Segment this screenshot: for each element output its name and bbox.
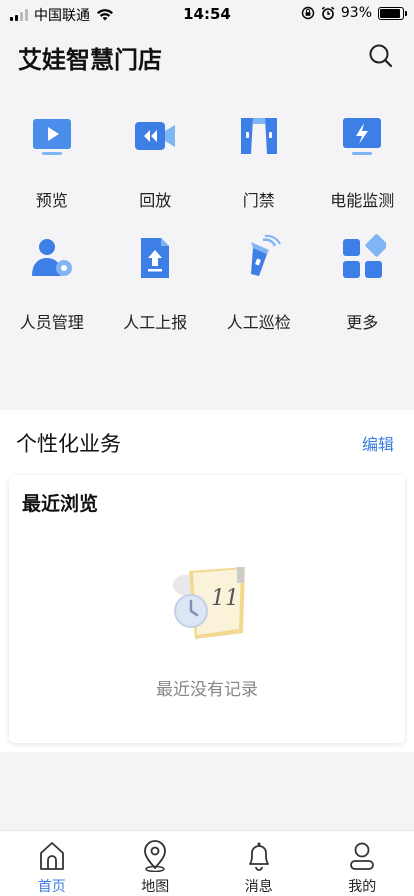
grid-item-preview[interactable]: 预览 [0, 108, 104, 230]
grid-label: 人工上报 [123, 313, 188, 332]
grid-label: 人工巡检 [226, 313, 291, 332]
grid-label: 电能监测 [330, 191, 395, 210]
grid-label: 预览 [35, 191, 68, 210]
grid-item-personnel[interactable]: 人员管理 [0, 230, 104, 352]
tab-map[interactable]: 地图 [104, 831, 208, 896]
status-right: 93% [301, 5, 407, 21]
page-title: 艾娃智慧门店 [18, 46, 162, 74]
function-grid: 预览 回放 门禁 电能监测 人员管理 人工上报 人工巡检 更多 [0, 108, 414, 352]
power-monitor-icon [343, 118, 382, 155]
battery-fill [380, 8, 401, 18]
more-apps-icon [343, 234, 387, 278]
recent-card: 最近浏览 11 最近没有记录 [9, 475, 405, 743]
grid-label: 更多 [346, 313, 379, 332]
battery-percent: 93% [340, 5, 372, 21]
section-title: 个性化业务 [16, 432, 121, 456]
personalized-panel: 个性化业务 编辑 最近浏览 11 最近没有记录 [0, 410, 414, 752]
grid-row: 人员管理 人工上报 人工巡检 更多 [0, 230, 414, 352]
edit-link[interactable]: 编辑 [362, 431, 394, 455]
manual-inspection-flashlight-icon [250, 234, 281, 276]
map-pin-icon [144, 840, 167, 872]
tab-label: 我的 [348, 879, 377, 895]
tab-label: 地图 [141, 879, 170, 895]
tab-profile[interactable]: 我的 [311, 831, 414, 896]
grid-label: 门禁 [242, 191, 275, 210]
grid-item-playback[interactable]: 回放 [104, 108, 208, 230]
calendar-number: 11 [211, 586, 239, 611]
grid-item-power-monitor[interactable]: 电能监测 [311, 108, 414, 230]
alarm-icon [321, 6, 335, 20]
bell-icon [248, 842, 269, 871]
tab-home[interactable]: 首页 [0, 831, 104, 896]
access-control-door-icon [240, 118, 277, 154]
grid-item-manual-inspection[interactable]: 人工巡检 [207, 230, 311, 352]
grid-item-access-control[interactable]: 门禁 [207, 108, 311, 230]
grid-label: 人员管理 [19, 313, 84, 332]
playback-camera-icon [135, 122, 176, 150]
tab-label: 消息 [244, 879, 273, 895]
grid-row: 预览 回放 门禁 电能监测 [0, 108, 414, 230]
status-bar: 中国联通 14:54 93% [0, 0, 414, 28]
grid-label: 回放 [139, 191, 172, 210]
tab-bar: 首页 地图 消息 我的 [0, 830, 414, 896]
personnel-management-icon [31, 239, 72, 276]
grid-item-more[interactable]: 更多 [311, 230, 414, 352]
rotation-lock-icon [301, 6, 315, 20]
preview-monitor-icon [32, 119, 71, 155]
manual-report-icon [141, 238, 170, 278]
search-icon[interactable] [368, 43, 394, 69]
battery-icon [378, 6, 407, 20]
user-icon [350, 842, 375, 870]
tab-messages[interactable]: 消息 [207, 831, 311, 896]
grid-item-manual-report[interactable]: 人工上报 [104, 230, 208, 352]
empty-state-text: 最近没有记录 [156, 680, 258, 700]
recent-title: 最近浏览 [22, 493, 99, 515]
home-icon [39, 842, 64, 870]
calendar-clock-icon: 11 [173, 567, 245, 639]
tab-label: 首页 [37, 879, 66, 895]
